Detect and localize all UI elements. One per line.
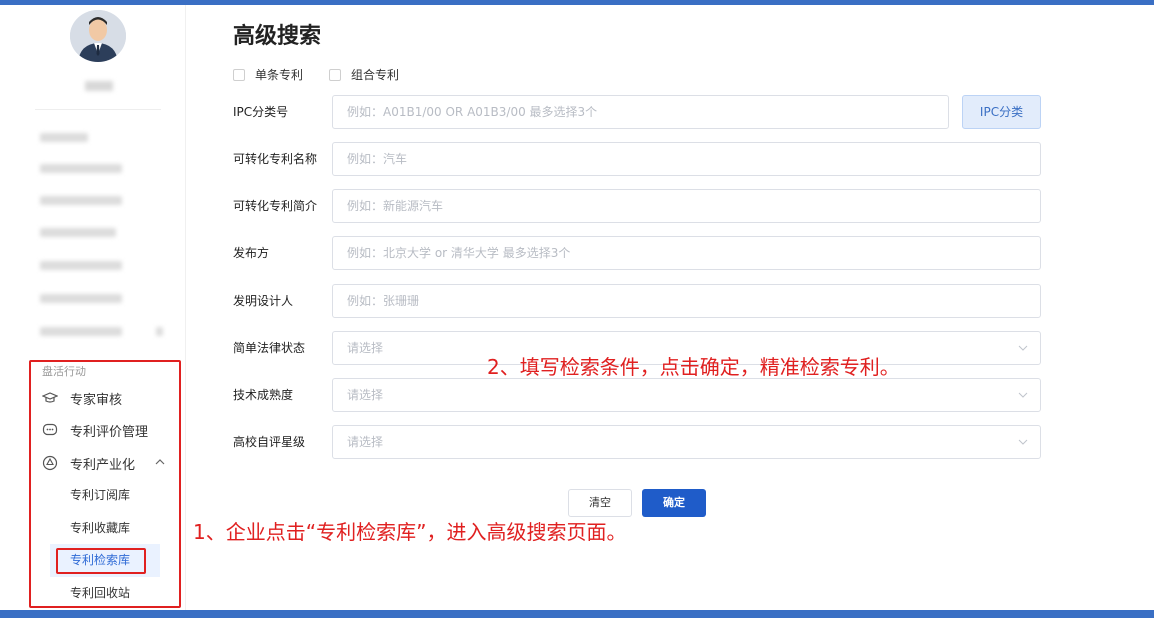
clear-button[interactable]: 清空 <box>568 489 632 517</box>
star-rating-label: 高校自评星级 <box>233 435 306 449</box>
sidebar-divider <box>35 109 161 110</box>
select-placeholder: 请选择 <box>347 341 384 355</box>
combined-patent-checkbox[interactable] <box>329 68 342 81</box>
blurred-menu-item[interactable] <box>40 196 122 205</box>
avatar[interactable] <box>70 10 126 62</box>
chevron-down-icon <box>1018 345 1028 351</box>
checkbox-label: 组合专利 <box>351 68 400 82</box>
chevron-down-icon <box>1018 439 1028 445</box>
publisher-label: 发布方 <box>233 246 270 260</box>
tech-maturity-label: 技术成熟度 <box>233 388 294 402</box>
legal-status-label: 简单法律状态 <box>233 341 306 355</box>
annotation-step-2: 2、填写检索条件，点击确定，精准检索专利。 <box>487 355 900 379</box>
blurred-menu-item[interactable] <box>40 133 88 142</box>
publisher-input[interactable]: 例如：北京大学 or 清华大学 最多选择3个 <box>332 236 1041 270</box>
inventor-label: 发明设计人 <box>233 294 294 308</box>
blurred-menu-item[interactable] <box>40 294 122 303</box>
blurred-menu-item[interactable] <box>40 261 122 270</box>
ipc-classify-button[interactable]: IPC分类 <box>962 95 1041 129</box>
blurred-menu-item <box>156 327 163 336</box>
select-placeholder: 请选择 <box>347 435 384 449</box>
blurred-menu-item[interactable] <box>40 327 122 336</box>
inventor-input[interactable]: 例如：张珊珊 <box>332 284 1041 318</box>
annotation-box-active-item <box>56 548 146 574</box>
ipc-input[interactable]: 例如：A01B1/00 OR A01B3/00 最多选择3个 <box>332 95 949 129</box>
chevron-down-icon <box>1018 392 1028 398</box>
star-rating-select[interactable]: 请选择 <box>332 425 1041 459</box>
patent-summary-input[interactable]: 例如：新能源汽车 <box>332 189 1041 223</box>
annotation-step-1: 1、企业点击“专利检索库”，进入高级搜索页面。 <box>193 520 627 544</box>
blurred-menu-item[interactable] <box>40 228 116 237</box>
ipc-label: IPC分类号 <box>233 105 289 119</box>
tech-maturity-select[interactable]: 请选择 <box>332 378 1041 412</box>
page-title: 高级搜索 <box>233 24 322 49</box>
checkbox-label: 单条专利 <box>255 68 304 82</box>
patent-name-label: 可转化专利名称 <box>233 152 318 166</box>
confirm-button[interactable]: 确定 <box>642 489 706 517</box>
patent-type-checkboxes: 单条专利 组合专利 <box>233 66 425 83</box>
single-patent-checkbox[interactable] <box>233 68 245 81</box>
patent-name-input[interactable]: 例如：汽车 <box>332 142 1041 176</box>
select-placeholder: 请选择 <box>347 388 384 402</box>
patent-summary-label: 可转化专利简介 <box>233 199 318 213</box>
username-blurred <box>85 81 113 91</box>
blurred-menu-item[interactable] <box>40 164 122 173</box>
user-avatar-icon <box>70 10 126 62</box>
bottom-accent-bar <box>0 610 1154 618</box>
